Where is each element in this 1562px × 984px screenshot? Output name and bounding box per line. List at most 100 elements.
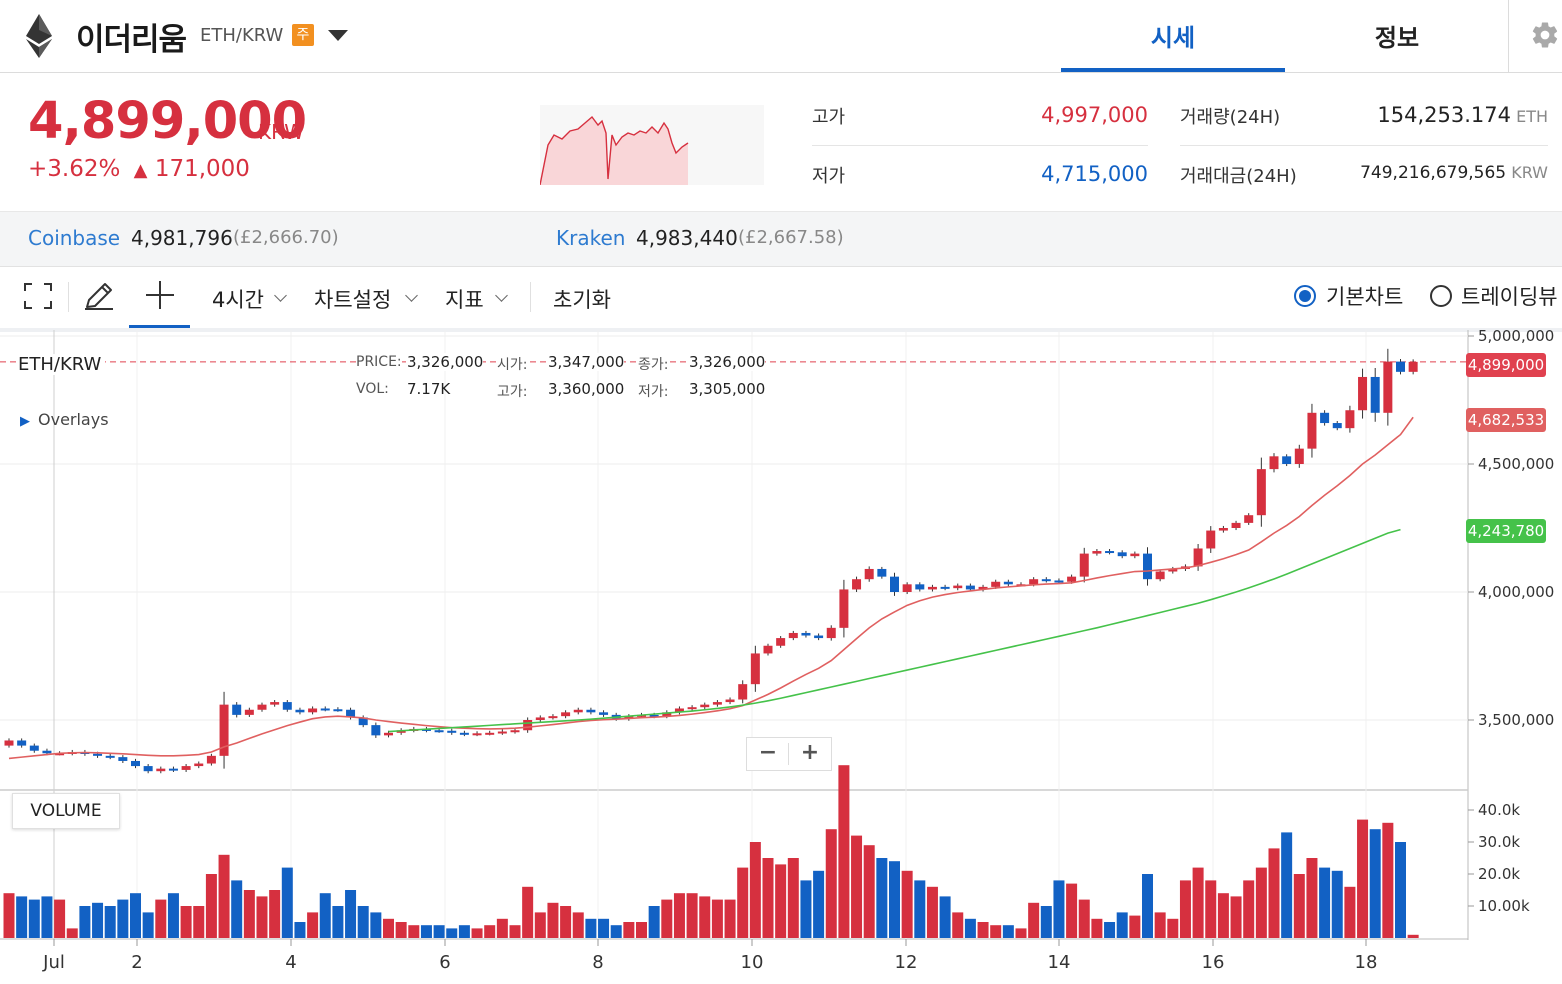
volume-bar bbox=[294, 922, 306, 938]
volume-bar bbox=[648, 906, 660, 938]
candle bbox=[497, 731, 507, 734]
overlays-toggle[interactable]: ▶ Overlays bbox=[20, 410, 109, 429]
candle bbox=[915, 584, 925, 590]
volume-bar bbox=[1306, 858, 1318, 938]
volume-bar bbox=[699, 896, 711, 938]
exchange-kraken-gbp: (£2,667.58) bbox=[738, 227, 844, 248]
volume-bar bbox=[673, 893, 685, 938]
volume-bar bbox=[686, 893, 698, 938]
exchange-coinbase-gbp: (£2,666.70) bbox=[233, 227, 339, 248]
legend-price: 3,326,000 bbox=[407, 353, 484, 371]
candle bbox=[801, 632, 811, 636]
volume-bar bbox=[623, 922, 635, 938]
volume-bar bbox=[901, 870, 913, 938]
candle bbox=[308, 708, 318, 713]
pencil-icon[interactable] bbox=[83, 281, 115, 311]
interval-select[interactable]: 4시간 bbox=[212, 284, 264, 314]
candle bbox=[1193, 548, 1203, 567]
basic-chart-label[interactable]: 기본차트 bbox=[1326, 281, 1403, 311]
candle bbox=[295, 709, 305, 713]
reset-button[interactable]: 초기화 bbox=[553, 284, 611, 314]
candle bbox=[548, 716, 558, 719]
candle bbox=[586, 709, 596, 713]
candle bbox=[1383, 361, 1393, 413]
candle bbox=[1117, 552, 1127, 557]
coin-pair: ETH/KRW bbox=[200, 25, 284, 46]
candle bbox=[776, 638, 786, 646]
y-tick-label: 4,000,000 bbox=[1478, 583, 1554, 601]
volume-label: 거래량(24H) bbox=[1180, 107, 1281, 128]
volume-tick-label: 20.0k bbox=[1478, 865, 1520, 883]
sparkline-chart bbox=[539, 105, 764, 186]
candle bbox=[864, 568, 874, 580]
candle bbox=[1029, 579, 1039, 585]
volume-bar bbox=[28, 899, 40, 938]
basic-chart-radio[interactable] bbox=[1294, 285, 1316, 307]
volume-bar bbox=[1129, 915, 1141, 938]
candle bbox=[168, 768, 178, 771]
x-tick-label: 4 bbox=[285, 952, 296, 973]
volume-unit: ETH bbox=[1516, 107, 1548, 126]
volume-bar bbox=[307, 912, 319, 938]
volume-panel-title: VOLUME bbox=[12, 793, 120, 829]
candle bbox=[738, 684, 748, 700]
tab-divider bbox=[1508, 0, 1509, 72]
candle bbox=[1256, 469, 1266, 516]
exchange-coinbase-name[interactable]: Coinbase bbox=[28, 226, 120, 250]
legend-price-label: PRICE: bbox=[356, 354, 402, 370]
volume-bar bbox=[446, 928, 458, 938]
candle bbox=[206, 755, 216, 764]
volume-bar bbox=[395, 922, 407, 938]
volume-bar bbox=[1230, 896, 1242, 938]
candle bbox=[788, 632, 798, 639]
warning-badge: 주 bbox=[292, 24, 314, 46]
volume-bar bbox=[1268, 848, 1280, 938]
volume-bar bbox=[104, 906, 116, 938]
candle bbox=[93, 753, 103, 756]
stat-divider bbox=[1180, 145, 1548, 146]
candle bbox=[384, 732, 393, 736]
candle bbox=[1130, 553, 1140, 557]
chart-settings-button[interactable]: 차트설정 bbox=[314, 284, 391, 314]
tradingview-label[interactable]: 트레이딩뷰 bbox=[1461, 281, 1562, 311]
candle bbox=[371, 725, 381, 736]
candle bbox=[232, 704, 242, 715]
crosshair-tool-button[interactable] bbox=[129, 266, 190, 328]
price-unit: KRW bbox=[258, 120, 304, 144]
candle bbox=[143, 766, 153, 772]
candle bbox=[890, 576, 899, 592]
volume-bar bbox=[1015, 928, 1027, 938]
price-chart[interactable]: 5,000,000 4,500,000 4,000,000 3,500,000 40.0… bbox=[0, 330, 1562, 984]
zoom-out-button[interactable]: − bbox=[747, 738, 789, 770]
volume-bar bbox=[1040, 906, 1052, 938]
volume-bar bbox=[1217, 893, 1229, 938]
volume-bar bbox=[205, 874, 217, 938]
coin-dropdown-chevron-down-icon[interactable] bbox=[328, 30, 348, 41]
candle bbox=[1320, 412, 1330, 424]
exchange-kraken-name[interactable]: Kraken bbox=[556, 226, 625, 250]
volume-bar bbox=[117, 899, 129, 938]
candle bbox=[282, 702, 292, 710]
ethereum-logo-icon bbox=[26, 14, 52, 58]
amount-24h: 749,216,679,565 KRW bbox=[1320, 163, 1548, 183]
volume-bar bbox=[332, 906, 344, 938]
fullscreen-icon[interactable] bbox=[24, 283, 52, 309]
tab-price[interactable]: 시세 bbox=[1061, 18, 1285, 72]
price-change: +3.62% ▲ 171,000 bbox=[28, 156, 250, 182]
indicators-button[interactable]: 지표 bbox=[445, 284, 484, 314]
volume-bar bbox=[1192, 867, 1204, 938]
volume-bar bbox=[269, 890, 281, 938]
tab-info[interactable]: 정보 bbox=[1285, 18, 1509, 72]
candle bbox=[1244, 515, 1254, 523]
gear-icon[interactable] bbox=[1530, 20, 1560, 50]
volume-tick-label: 30.0k bbox=[1478, 833, 1520, 851]
candle bbox=[1307, 412, 1317, 449]
volume-bar bbox=[484, 925, 496, 938]
tradingview-radio[interactable] bbox=[1430, 285, 1452, 307]
volume-bar bbox=[749, 842, 761, 938]
volume-value: 154,253.174 bbox=[1377, 103, 1511, 127]
volume-bar bbox=[256, 896, 268, 938]
zoom-in-button[interactable]: + bbox=[789, 738, 831, 770]
volume-bar bbox=[54, 899, 66, 938]
candle bbox=[1282, 456, 1292, 464]
